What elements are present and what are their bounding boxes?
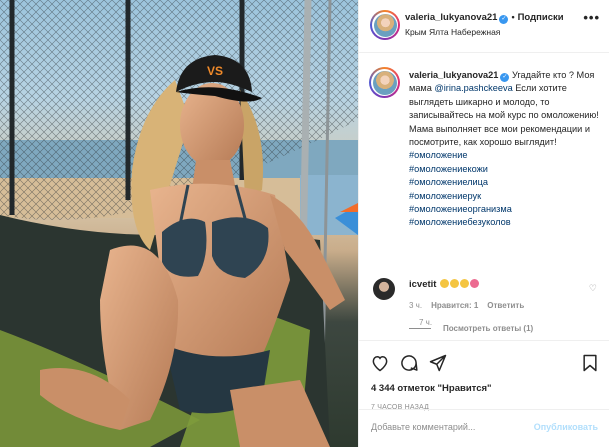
author-username[interactable]: valeria_lukyanova21: [405, 12, 497, 23]
heart-icon[interactable]: [370, 353, 390, 373]
verified-icon: ✓: [500, 73, 510, 82]
svg-text:VS: VS: [207, 64, 223, 78]
add-comment-bar: Добавьте комментарий... Опубликовать: [359, 409, 609, 447]
verified-icon: ✓: [499, 15, 509, 24]
comment-input[interactable]: Добавьте комментарий...: [371, 422, 475, 432]
flower-emoji-icon: [470, 279, 480, 288]
post-location[interactable]: Крым Ялта Набережная: [405, 27, 500, 37]
post-header: valeria_lukyanova21 ✓ • Подписки Крым Ялта …: [359, 0, 609, 53]
separator-dot: •: [511, 12, 515, 22]
author-avatar[interactable]: [370, 10, 400, 40]
clap-emoji-icon: [450, 279, 460, 288]
hashtag[interactable]: #омоложениерук: [409, 191, 481, 201]
more-icon[interactable]: •••: [583, 10, 600, 25]
post-photo[interactable]: VS: [0, 0, 358, 447]
comment-icon[interactable]: [399, 353, 419, 373]
comment-like-heart-icon[interactable]: ♡: [589, 283, 597, 294]
share-icon[interactable]: [428, 353, 448, 373]
reply-button[interactable]: Ответить: [487, 301, 524, 310]
follow-button[interactable]: Подписки: [518, 12, 564, 23]
hashtag[interactable]: #омоложение: [409, 150, 468, 160]
caption-text: valeria_lukyanova21 ✓ Угадайте кто ? Моя …: [409, 69, 599, 230]
hashtag[interactable]: #омоложениекожи: [409, 164, 488, 174]
comment-item: icvetit ♡ 3 ч. Нравится: 1 Ответить Посмот…: [373, 277, 605, 337]
hashtag[interactable]: #омоложениелица: [409, 177, 488, 187]
bookmark-icon[interactable]: [580, 353, 600, 373]
comment-time: 3 ч.: [409, 301, 423, 310]
likes-count[interactable]: 4 344 отметок "Нравится": [371, 383, 492, 394]
view-replies-button[interactable]: Посмотреть ответы (1): [409, 324, 533, 333]
post-photo-art: VS: [0, 0, 358, 447]
replies-divider: [409, 328, 431, 329]
view-replies-label: Посмотреть ответы (1): [443, 324, 534, 333]
comment-likes[interactable]: Нравится: 1: [431, 301, 478, 310]
clap-emoji-icon: [460, 279, 470, 288]
caption-avatar[interactable]: [369, 67, 400, 98]
hashtag[interactable]: #омоложениеорганизма: [409, 204, 512, 214]
publish-button[interactable]: Опубликовать: [534, 422, 598, 432]
hashtag[interactable]: #омоложениебезуколов: [409, 217, 511, 227]
post-side-panel: valeria_lukyanova21 ✓ • Подписки Крым Ялта …: [358, 0, 609, 447]
clap-emoji-icon: [440, 279, 450, 288]
caption-mention[interactable]: @irina.pashckeeva: [434, 83, 512, 93]
caption-username[interactable]: valeria_lukyanova21: [409, 70, 498, 80]
commenter-username[interactable]: icvetit: [409, 279, 436, 290]
commenter-avatar[interactable]: [373, 278, 395, 300]
